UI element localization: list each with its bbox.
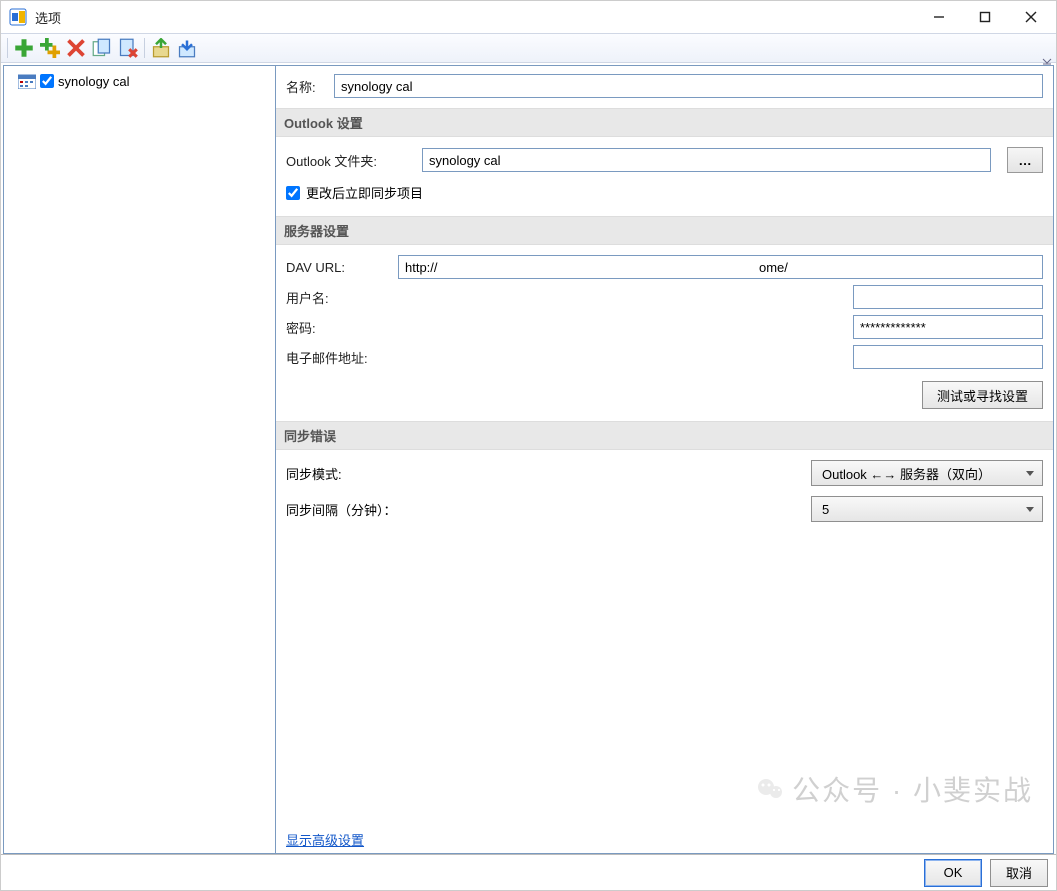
dialog-footer: OK 取消	[1, 854, 1056, 890]
profile-item[interactable]: synology cal	[10, 70, 269, 92]
sync-interval-value: 5	[822, 502, 829, 517]
profile-list: synology cal	[4, 66, 276, 853]
delete-doc-icon[interactable]	[118, 38, 138, 58]
folder-label: Outlook 文件夹:	[286, 151, 414, 170]
sync-interval-select[interactable]: 5	[811, 496, 1043, 522]
sync-interval-label: 同步间隔（分钟）：	[286, 500, 426, 519]
sync-mode-value: Outlook ←→ 服务器（双向）	[822, 464, 991, 483]
app-icon	[9, 8, 27, 26]
toolbar-overflow-icon[interactable]	[1042, 54, 1052, 62]
sync-mode-select[interactable]: Outlook ←→ 服务器（双向）	[811, 460, 1043, 486]
profile-label: synology cal	[58, 74, 130, 89]
password-label: 密码:	[286, 318, 398, 337]
advanced-settings-link[interactable]: 显示高级设置	[286, 827, 364, 853]
email-label: 电子邮件地址:	[286, 348, 398, 367]
dav-url-input[interactable]	[398, 255, 1043, 279]
ok-button[interactable]: OK	[924, 859, 982, 887]
sync-mode-label: 同步模式:	[286, 464, 426, 483]
profile-checkbox[interactable]	[40, 74, 54, 88]
browse-folder-button[interactable]: …	[1007, 147, 1043, 173]
calendar-icon	[18, 73, 36, 89]
add-icon[interactable]	[14, 38, 34, 58]
username-input[interactable]	[853, 285, 1043, 309]
delete-icon[interactable]	[66, 38, 86, 58]
folder-input[interactable]	[422, 148, 991, 172]
name-label: 名称:	[286, 77, 334, 96]
add-multi-icon[interactable]	[40, 38, 60, 58]
name-input[interactable]	[334, 74, 1043, 98]
username-label: 用户名:	[286, 288, 398, 307]
maximize-button[interactable]	[962, 2, 1008, 32]
watermark: 公众号 · 小斐实战	[756, 769, 1033, 809]
titlebar: 选项	[1, 1, 1056, 33]
settings-panel: 名称: Outlook 设置 Outlook 文件夹: … 更改后立即同步项目 …	[276, 66, 1053, 853]
sync-error-section-header: 同步错误	[276, 421, 1053, 450]
export-icon[interactable]	[177, 38, 197, 58]
cancel-button[interactable]: 取消	[990, 859, 1048, 887]
window-title: 选项	[35, 8, 916, 27]
email-input[interactable]	[853, 345, 1043, 369]
sync-on-change-checkbox[interactable]	[286, 186, 300, 200]
password-input[interactable]	[853, 315, 1043, 339]
close-button[interactable]	[1008, 2, 1054, 32]
copy-icon[interactable]	[92, 38, 112, 58]
server-section-header: 服务器设置	[276, 216, 1053, 245]
toolbar	[1, 33, 1056, 63]
import-icon[interactable]	[151, 38, 171, 58]
sync-on-change-label: 更改后立即同步项目	[306, 183, 423, 202]
test-settings-button[interactable]: 测试或寻找设置	[922, 381, 1043, 409]
minimize-button[interactable]	[916, 2, 962, 32]
dav-url-label: DAV URL:	[286, 260, 398, 275]
outlook-section-header: Outlook 设置	[276, 108, 1053, 137]
